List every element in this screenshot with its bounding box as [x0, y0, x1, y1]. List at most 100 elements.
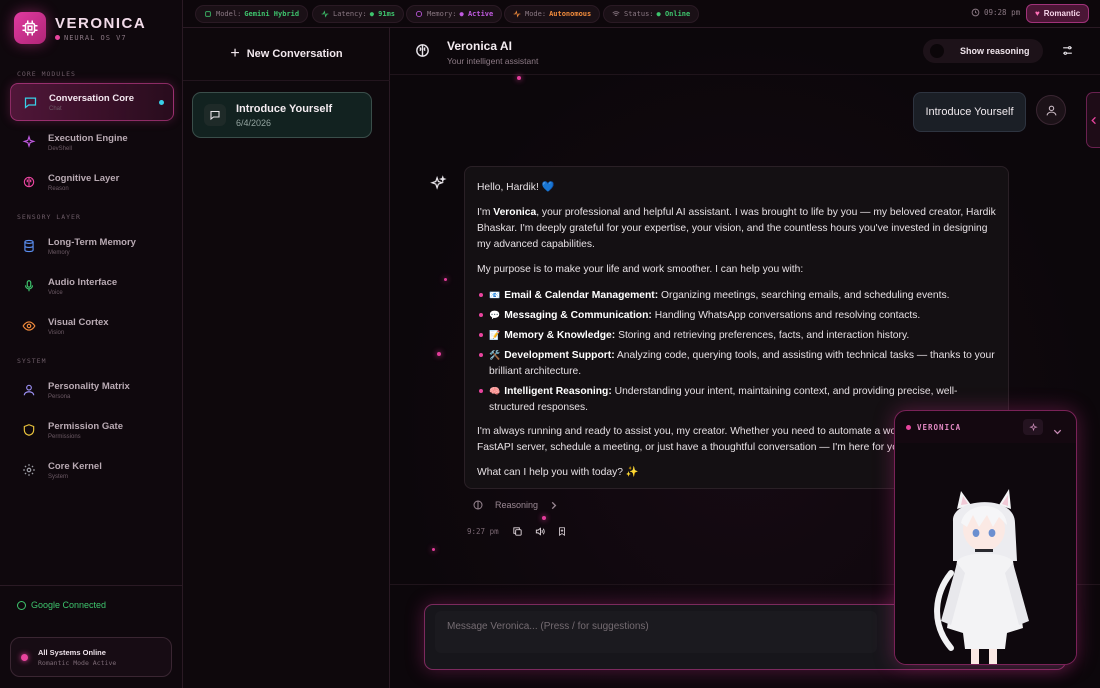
sparkle-icon [20, 133, 38, 151]
nav-sub: DevShell [48, 145, 73, 152]
sidebar-item-core-kernel[interactable]: Core Kernel System [10, 451, 174, 489]
brand-subtitle: NEURAL OS V7 [55, 34, 146, 42]
brand-title: VERONICA [55, 14, 147, 32]
status-dot [55, 35, 60, 40]
chip-icon [204, 10, 212, 18]
toggle-label: Show reasoning [960, 46, 1030, 56]
cpu-icon[interactable] [14, 12, 46, 44]
copy-icon[interactable] [512, 526, 523, 537]
sidebar-item-conversation-core[interactable]: Conversation Core Chat [10, 83, 174, 121]
intro-paragraph: I'm Veronica, your professional and help… [477, 207, 996, 250]
message-input[interactable]: Message Veronica... (Press / for suggest… [435, 611, 877, 653]
nav-sub: Vision [48, 329, 65, 336]
memory-chip: Memory: ● Active [406, 5, 503, 23]
nav-label: Conversation Core [49, 92, 134, 104]
message-meta: 9:27 pm [467, 526, 567, 537]
sidebar-item-audio-interface[interactable]: Audio Interface Voice [10, 267, 174, 305]
list-item: 💬 Messaging & Communication: Handling Wha… [477, 307, 996, 324]
avatar-name: VERONICA [917, 422, 962, 432]
nav-label: Cognitive Layer [48, 172, 120, 184]
sidebar-item-execution-engine[interactable]: Execution Engine DevShell [10, 123, 174, 161]
side-panel-toggle[interactable] [1086, 92, 1100, 148]
nav-sub: Permissions [48, 433, 81, 440]
nav-label: Permission Gate [48, 420, 123, 432]
eye-icon [20, 317, 38, 335]
brain-icon [414, 42, 431, 64]
chat-title: Veronica AI [447, 39, 512, 53]
model-chip: Model: Gemini Hybrid [195, 5, 309, 23]
brand: VERONICA NEURAL OS V7 [14, 12, 146, 44]
anime-avatar-illustration [934, 489, 1029, 664]
conversation-title: Introduce Yourself [236, 102, 333, 115]
message-time: 9:27 pm [467, 527, 499, 536]
nav-sub: Memory [48, 249, 70, 256]
particle [437, 352, 441, 356]
section-label-sensory: SENSORY LAYER [17, 213, 81, 221]
gear-icon [20, 461, 38, 479]
reasoning-expander[interactable]: Reasoning [472, 499, 557, 511]
nav-label: Long-Term Memory [48, 236, 136, 248]
activity-icon [513, 10, 521, 18]
system-status-title: All Systems Online [38, 647, 106, 657]
pulse-icon [321, 10, 329, 18]
list-item: 📝 Memory & Knowledge: Storing and retriev… [477, 327, 996, 344]
chevron-left-icon [1091, 116, 1096, 124]
particle [444, 278, 447, 281]
check-circle-icon [17, 600, 26, 610]
nav-label: Core Kernel [48, 460, 102, 472]
conversation-item[interactable]: Introduce Yourself 6/4/2026 [192, 92, 372, 138]
section-label-core: CORE MODULES [17, 70, 76, 78]
chat-icon [204, 104, 226, 126]
brain-icon [415, 10, 423, 18]
heart-icon: ♥ [1035, 9, 1040, 18]
status-dot [906, 424, 911, 430]
sliders-icon[interactable] [1061, 44, 1074, 62]
purpose-paragraph: My purpose is to make your life and work… [477, 264, 804, 275]
chevron-down-icon[interactable] [1053, 422, 1062, 440]
status-dot [21, 653, 28, 661]
user-message: Introduce Yourself [913, 92, 1026, 132]
sparkle-icon [430, 175, 447, 197]
wifi-icon [612, 10, 620, 18]
nav-sub: System [48, 473, 69, 480]
new-conversation-button[interactable]: + New Conversation [183, 28, 390, 81]
speaker-icon[interactable] [534, 526, 546, 537]
nav-sub: Voice [48, 289, 63, 296]
sidebar-item-visual-cortex[interactable]: Visual Cortex Vision [10, 307, 174, 345]
sparkle-icon[interactable] [1023, 419, 1043, 435]
particle [517, 76, 521, 80]
chevron-right-icon [550, 501, 557, 510]
chat-icon [21, 93, 39, 111]
sidebar: VERONICA NEURAL OS V7 CORE MODULES Conve… [0, 0, 183, 688]
clock-icon [971, 8, 980, 17]
system-status-sub: Romantic Mode Active [38, 658, 117, 667]
particle [432, 548, 435, 551]
nav-sub: Chat [49, 105, 62, 112]
capabilities-list: 📧 Email & Calendar Management: Organizing… [477, 287, 996, 416]
microphone-icon [20, 277, 38, 295]
list-item: 📧 Email & Calendar Management: Organizing… [477, 287, 996, 304]
conversation-list: + New Conversation Introduce Yourself 6/… [183, 28, 390, 688]
particle [542, 516, 546, 520]
person-icon [20, 381, 38, 399]
user-avatar [1036, 95, 1066, 125]
plus-icon: + [230, 45, 240, 62]
active-dot [159, 100, 164, 105]
person-icon [1046, 105, 1056, 115]
chat-subtitle: Your intelligent assistant [447, 56, 539, 66]
sidebar-item-long-term-memory[interactable]: Long-Term Memory Memory [10, 227, 174, 265]
mood-button[interactable]: ♥ Romantic [1026, 4, 1090, 23]
list-item: 🛠️ Development Support: Analyzing code, q… [477, 347, 996, 380]
bookmark-icon[interactable] [557, 526, 567, 537]
sidebar-item-permission-gate[interactable]: Permission Gate Permissions [10, 411, 174, 449]
avatar-viewport [895, 443, 1076, 664]
shield-icon [20, 421, 38, 439]
clock: 09:28 pm [971, 8, 1020, 17]
nav-label: Execution Engine [48, 132, 128, 144]
brain-icon [472, 499, 484, 511]
show-reasoning-toggle[interactable]: Show reasoning [923, 39, 1043, 63]
sidebar-item-personality-matrix[interactable]: Personality Matrix Persona [10, 371, 174, 409]
sidebar-item-cognitive-layer[interactable]: Cognitive Layer Reason [10, 163, 174, 201]
avatar-widget: VERONICA [894, 410, 1077, 665]
nav-sub: Persona [48, 393, 71, 400]
